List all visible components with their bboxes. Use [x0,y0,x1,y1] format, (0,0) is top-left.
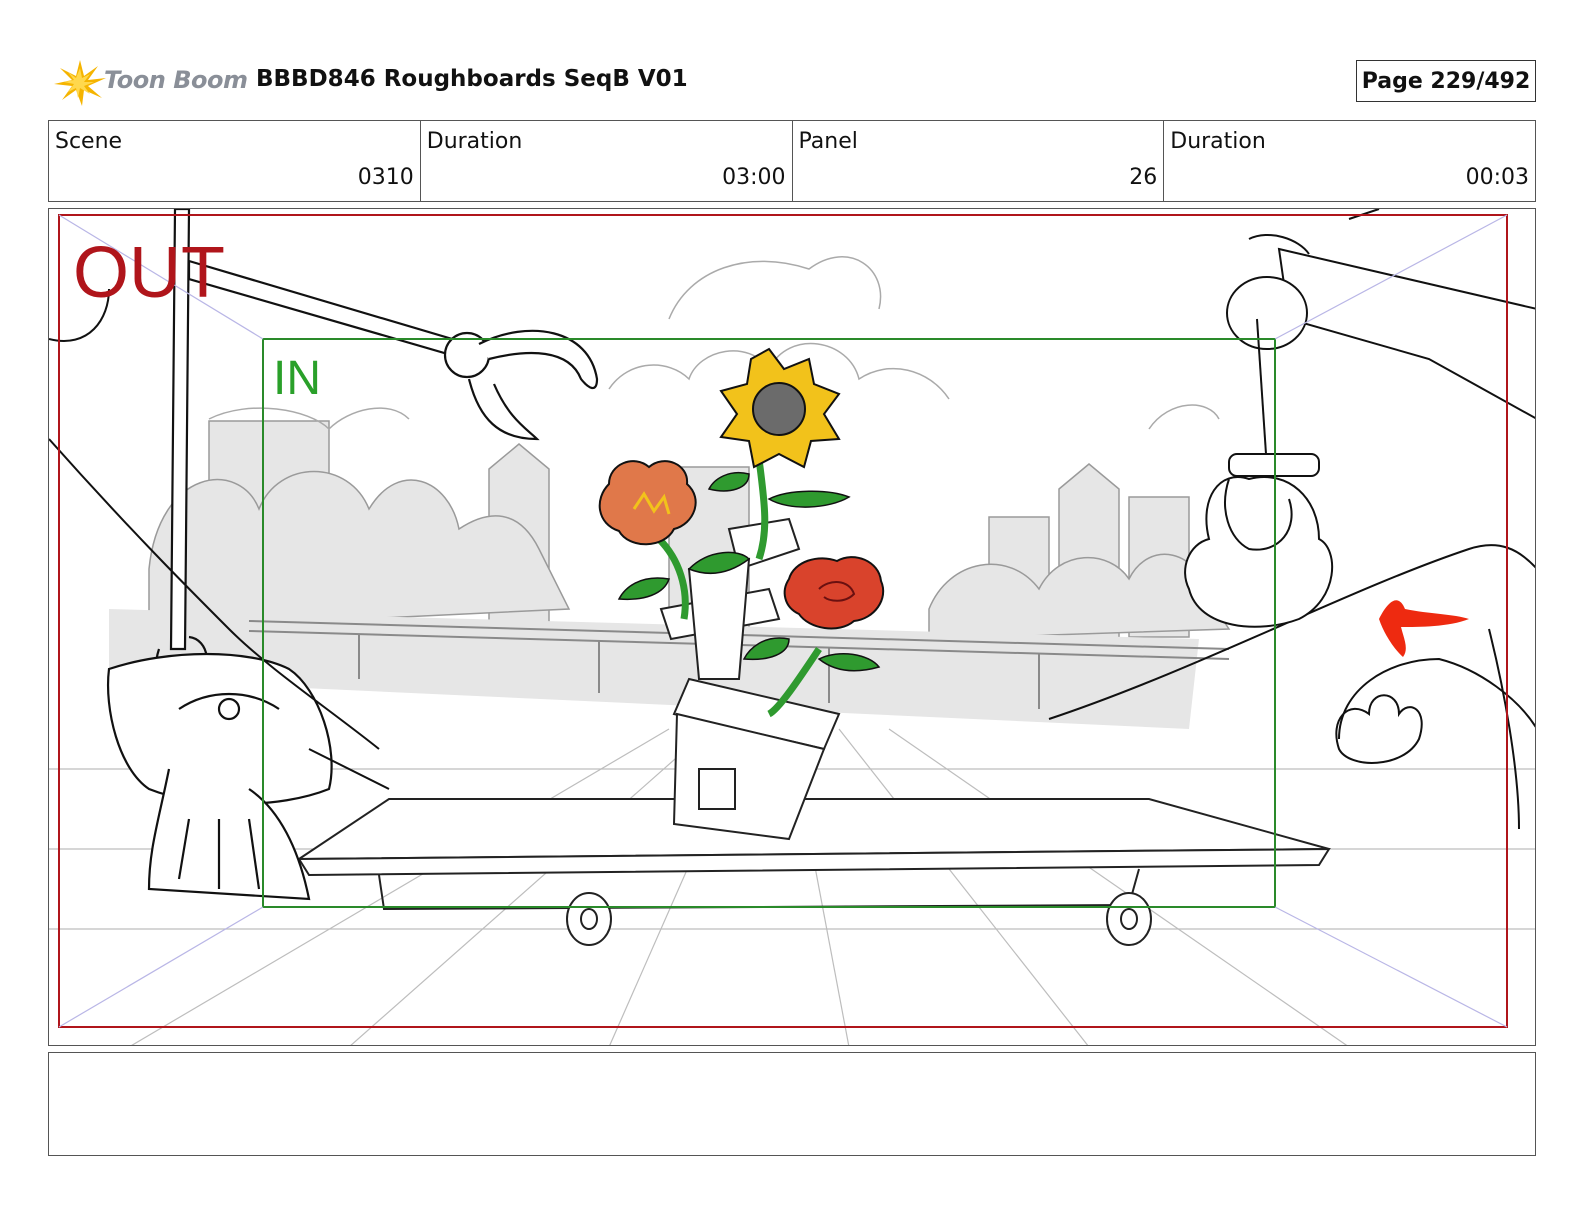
action-notes-box [48,1052,1536,1156]
page-indicator: Page 229/492 [1356,60,1536,102]
rose [783,556,885,630]
storyboard-panel: OUT IN [48,208,1536,1046]
scene-label: Scene [55,129,123,154]
scene-value: 0310 [357,165,414,190]
panel-info-table: Scene 0310 Duration 03:00 Panel 26 Durat… [48,120,1536,202]
panel-duration-cell: Duration 00:03 [1164,121,1535,201]
scene-cell: Scene 0310 [49,121,421,201]
scene-duration-value: 03:00 [722,165,786,190]
panel-label: Panel [798,129,858,154]
right-crane [1184,209,1535,628]
scene-duration-cell: Duration 03:00 [421,121,793,201]
panel-value: 26 [1129,165,1158,190]
in-label: IN [273,352,321,405]
red-arrow-mark [1379,600,1469,657]
panel-duration-value: 00:03 [1465,165,1529,190]
document-title: BBBD846 Roughboards SeqB V01 [256,66,688,92]
panel-cell: Panel 26 [793,121,1165,201]
panel-drawing [49,209,1535,1045]
logo-text: Toon Boom [104,66,248,94]
scene-duration-label: Duration [426,129,523,154]
out-label: OUT [73,233,225,313]
sunflower [719,347,841,469]
panel-duration-label: Duration [1170,129,1266,154]
clouds [208,256,1220,431]
platform-cart [295,798,1331,946]
